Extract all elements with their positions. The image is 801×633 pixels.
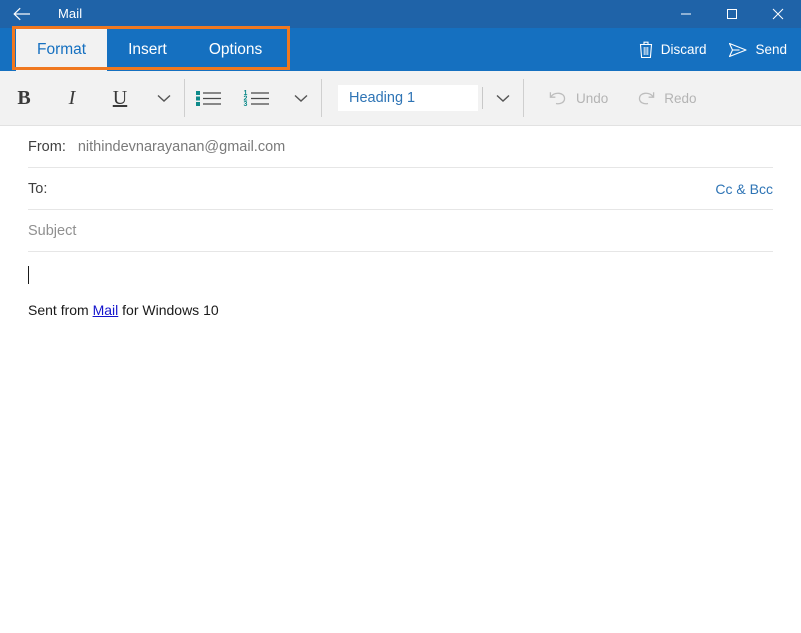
compose-area: From: nithindevnarayanan@gmail.com To: C…	[0, 126, 801, 633]
ribbon-bar: Format Insert Options Discard Send	[0, 28, 801, 71]
mail-compose-window: Mail Format Insert Options Discard Send …	[0, 0, 801, 633]
from-label: From:	[28, 138, 66, 155]
redo-label: Redo	[664, 90, 697, 106]
from-field-row: From: nithindevnarayanan@gmail.com	[28, 126, 773, 168]
cc-bcc-link[interactable]: Cc & Bcc	[715, 181, 773, 197]
bold-icon: B	[17, 86, 31, 109]
toolbar-separator	[523, 79, 524, 117]
tab-options-label: Options	[208, 40, 263, 58]
chevron-down-icon	[157, 94, 171, 103]
minimize-icon	[680, 8, 692, 20]
discard-label: Discard	[660, 42, 707, 57]
tab-insert[interactable]: Insert	[107, 28, 188, 71]
paragraph-style-value: Heading 1	[349, 90, 416, 106]
message-body[interactable]: Sent from Mail for Windows 10	[28, 252, 773, 318]
italic-button[interactable]: I	[48, 75, 96, 121]
chevron-down-icon	[496, 94, 510, 103]
list-group: 1 2 3	[185, 71, 321, 125]
underline-icon: U	[112, 86, 128, 109]
email-signature: Sent from Mail for Windows 10	[28, 302, 773, 318]
ribbon-tabs: Format Insert Options	[16, 28, 283, 71]
discard-button[interactable]: Discard	[638, 41, 707, 59]
maximize-button[interactable]	[709, 0, 755, 28]
font-more-button[interactable]	[144, 75, 184, 121]
numbered-list-icon: 1 2 3	[243, 88, 271, 108]
paragraph-style-select[interactable]: Heading 1	[338, 85, 478, 111]
undo-arrow-icon	[548, 90, 568, 106]
italic-icon: I	[68, 86, 76, 109]
trash-icon	[638, 41, 654, 59]
close-icon	[772, 8, 784, 20]
back-arrow-icon	[13, 7, 31, 21]
to-field-row[interactable]: To: Cc & Bcc	[28, 168, 773, 210]
subject-field-row[interactable]: Subject	[28, 210, 773, 252]
signature-mail-link[interactable]: Mail	[93, 302, 119, 318]
paragraph-style-group: Heading 1	[322, 71, 523, 125]
tab-options[interactable]: Options	[188, 28, 283, 71]
send-button[interactable]: Send	[728, 42, 787, 58]
font-style-group: B I U	[0, 71, 184, 125]
undo-label: Undo	[576, 90, 609, 106]
tab-insert-label: Insert	[128, 40, 167, 58]
tab-format-label: Format	[37, 40, 87, 58]
text-cursor	[28, 266, 29, 284]
undo-button[interactable]: Undo	[534, 75, 622, 121]
window-controls	[663, 0, 801, 28]
redo-arrow-icon	[636, 90, 656, 106]
chevron-down-icon	[294, 94, 308, 103]
to-label: To:	[28, 180, 48, 197]
format-toolbar: B I U 1 2 3 Heading 1 Undo Redo	[0, 71, 801, 126]
body-caret-line	[28, 266, 773, 286]
numbered-list-button[interactable]: 1 2 3	[233, 75, 281, 121]
style-more-button[interactable]	[483, 75, 523, 121]
redo-button[interactable]: Redo	[622, 75, 710, 121]
underline-button[interactable]: U	[96, 75, 144, 121]
window-title: Mail	[58, 6, 83, 21]
history-group: Undo Redo	[534, 71, 711, 125]
signature-prefix: Sent from	[28, 302, 93, 318]
svg-text:3: 3	[244, 101, 248, 108]
maximize-icon	[726, 8, 738, 20]
close-button[interactable]	[755, 0, 801, 28]
send-label: Send	[755, 42, 787, 57]
send-paper-plane-icon	[728, 42, 748, 58]
title-bar: Mail	[0, 0, 801, 28]
minimize-button[interactable]	[663, 0, 709, 28]
ribbon-actions: Discard Send	[638, 28, 787, 71]
bulleted-list-icon	[195, 88, 223, 108]
signature-suffix: for Windows 10	[118, 302, 219, 318]
bulleted-list-button[interactable]	[185, 75, 233, 121]
tab-format[interactable]: Format	[16, 28, 108, 71]
subject-input[interactable]: Subject	[28, 223, 76, 239]
list-more-button[interactable]	[281, 75, 321, 121]
from-value[interactable]: nithindevnarayanan@gmail.com	[78, 139, 285, 155]
bold-button[interactable]: B	[0, 75, 48, 121]
back-button[interactable]	[0, 0, 44, 28]
